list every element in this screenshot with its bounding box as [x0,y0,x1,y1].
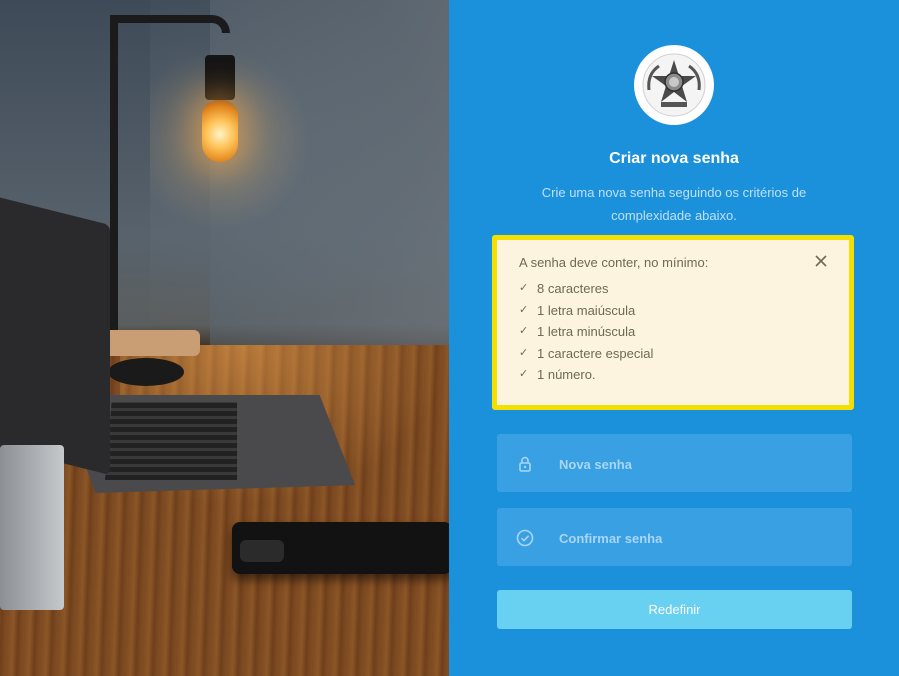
list-item: ✓ 1 número. [519,364,653,386]
light-bulb [202,100,238,162]
lamp-socket [205,55,235,100]
laptop-keyboard [105,402,237,480]
check-icon: ✓ [519,346,529,359]
speaker [0,445,64,610]
alert-title: A senha deve conter, no mínimo: [519,255,709,270]
coaster [108,358,184,386]
page-subtitle: Crie uma nova senha seguindo os critério… [541,185,807,223]
requirement-text: 1 letra minúscula [537,324,636,340]
wall-light [150,0,449,350]
background-photo [0,0,449,676]
confirm-password-input[interactable] [557,508,841,568]
coat-of-arms-icon [642,53,706,117]
close-icon[interactable] [813,253,829,269]
check-icon: ✓ [519,303,529,316]
confirm-password-field[interactable] [497,508,852,568]
check-icon: ✓ [519,368,529,381]
laptop-screen [0,195,110,475]
page: Criar nova senha Crie uma nova senha seg… [0,0,899,676]
phone-camera [240,540,284,562]
new-password-field[interactable] [497,434,852,494]
list-item: ✓ 1 caractere especial [519,343,653,365]
reset-button[interactable]: Redefinir [497,590,852,629]
list-item: ✓ 1 letra minúscula [519,321,653,343]
list-item: ✓ 8 caracteres [519,278,653,300]
requirement-text: 1 número. [537,367,596,383]
new-password-input[interactable] [557,434,841,494]
requirement-text: 1 caractere especial [537,345,654,361]
reset-password-panel: Criar nova senha Crie uma nova senha seg… [449,0,899,676]
lamp-pole [110,18,118,338]
list-item: ✓ 1 letra maiúscula [519,300,653,322]
password-requirements-alert: A senha deve conter, no mínimo: ✓ 8 carac… [492,235,854,410]
requirement-text: 1 letra maiúscula [537,302,636,318]
requirements-list: ✓ 8 caracteres ✓ 1 letra maiúscula ✓ 1 letr… [519,278,653,386]
lock-icon [519,456,531,472]
coat-of-arms-logo [634,45,714,125]
check-icon: ✓ [519,325,529,338]
check-circle-icon [516,529,534,547]
lamp-arm [110,15,230,33]
check-icon: ✓ [519,282,529,294]
page-title: Criar nova senha [609,150,739,167]
requirement-text: 8 caracteres [537,281,609,296]
